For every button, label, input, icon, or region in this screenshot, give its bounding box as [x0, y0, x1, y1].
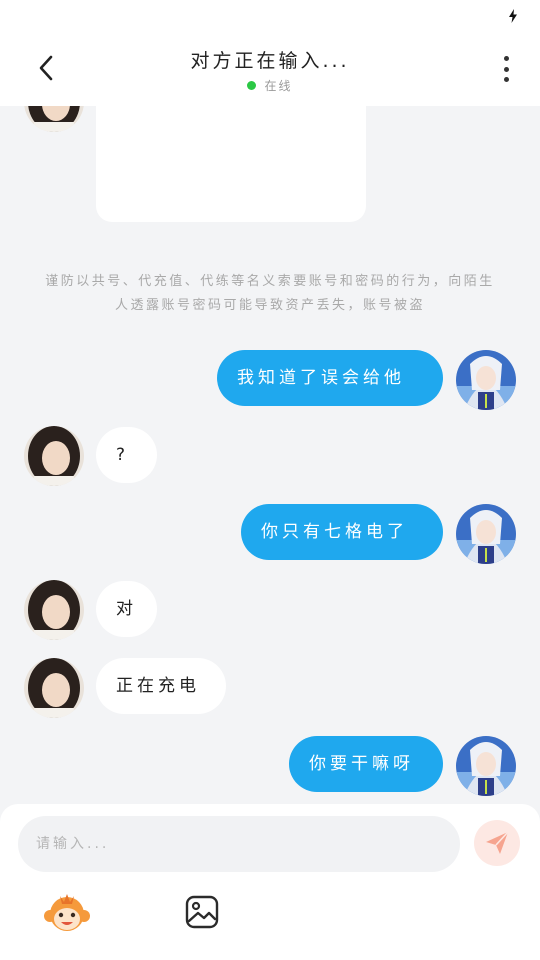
message-bubble-incoming[interactable]: ?	[96, 427, 157, 483]
charging-bolt-icon	[509, 9, 517, 23]
more-vertical-icon	[503, 56, 509, 61]
back-button[interactable]	[28, 50, 64, 86]
contact-avatar[interactable]	[24, 106, 84, 132]
send-button[interactable]	[474, 820, 520, 866]
header-title-block: 对方正在输入... 在线	[120, 46, 420, 94]
my-avatar[interactable]	[456, 350, 516, 410]
page-title: 对方正在输入...	[190, 50, 350, 72]
message-bubble-incoming[interactable]: 正在充电	[96, 658, 226, 714]
online-status: 在线	[120, 77, 420, 94]
monkey-emoji-icon	[44, 894, 90, 931]
status-bar	[0, 0, 540, 32]
emoji-button[interactable]	[44, 892, 90, 936]
safety-notice: 谨防以共号、代充值、代练等名义索要账号和密码的行为，向陌生人透露账号密码可能导致…	[45, 274, 495, 313]
my-avatar[interactable]	[456, 736, 516, 796]
message-bubble-outgoing[interactable]: 你只有七格电了	[241, 504, 443, 560]
previous-message-card[interactable]	[96, 106, 366, 222]
contact-avatar[interactable]	[24, 580, 84, 640]
image-button[interactable]	[184, 894, 220, 930]
message-list[interactable]: 谨防以共号、代充值、代练等名义索要账号和密码的行为，向陌生人透露账号密码可能导致…	[0, 106, 540, 806]
more-vertical-icon-dot	[503, 77, 509, 82]
paper-plane-icon	[486, 831, 509, 854]
contact-avatar[interactable]	[24, 426, 84, 486]
message-input[interactable]	[18, 816, 460, 872]
online-dot-icon	[247, 81, 257, 90]
my-avatar[interactable]	[456, 504, 516, 564]
message-bubble-incoming[interactable]: 对	[96, 581, 157, 637]
chevron-left-icon	[39, 55, 53, 81]
composer-panel	[0, 804, 540, 960]
online-status-label: 在线	[264, 79, 293, 93]
more-options-button[interactable]	[492, 52, 520, 86]
contact-avatar[interactable]	[24, 658, 84, 718]
message-bubble-outgoing[interactable]: 你要干嘛呀	[289, 736, 443, 792]
more-vertical-icon-dot	[503, 66, 509, 72]
chat-header: 对方正在输入... 在线	[0, 32, 540, 106]
image-icon	[185, 895, 219, 929]
message-bubble-outgoing[interactable]: 我知道了误会给他	[217, 350, 443, 406]
